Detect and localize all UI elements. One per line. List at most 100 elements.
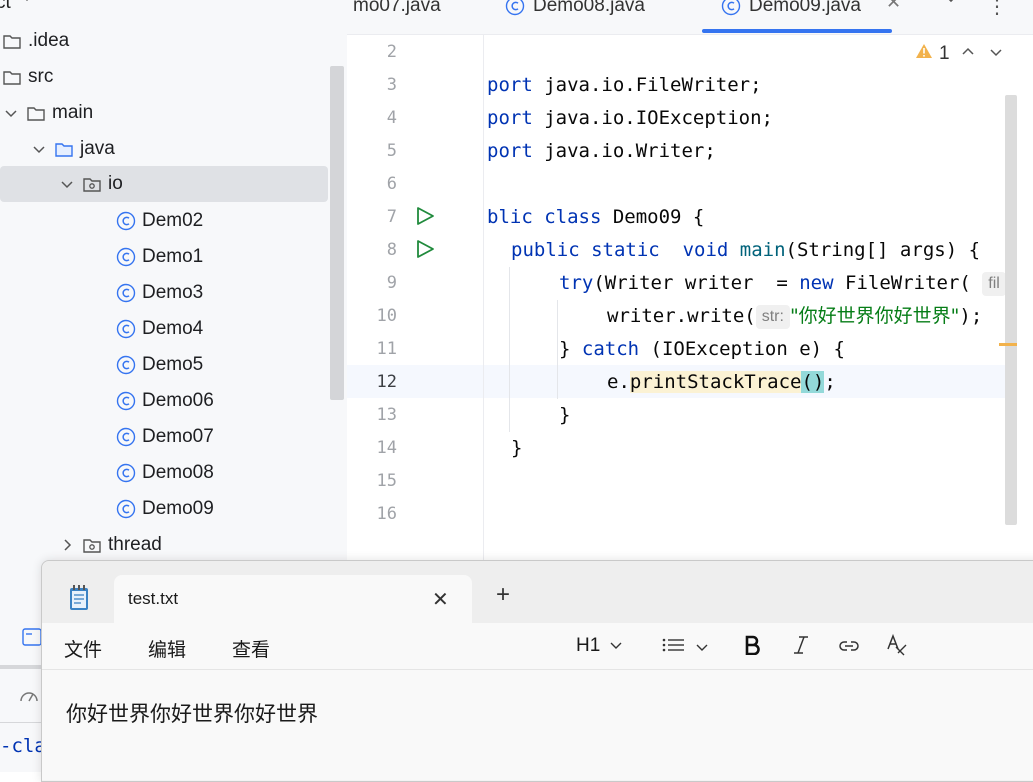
menu-view[interactable]: 查看 (232, 635, 270, 662)
spellcheck-button[interactable] (886, 633, 908, 663)
line-number: 11 (376, 339, 397, 359)
tree-item-class[interactable]: Demo1 (0, 241, 328, 273)
tree-item-class[interactable]: Dem02 (0, 205, 328, 237)
list-format-button[interactable] (662, 637, 708, 659)
tree-item-main[interactable]: main (0, 97, 328, 129)
code-line-13[interactable]: } (559, 399, 570, 432)
notepad-tab[interactable]: test.txt ✕ (114, 575, 472, 623)
warning-marker[interactable] (999, 343, 1017, 346)
class-icon (116, 427, 136, 447)
italic-icon (792, 635, 810, 661)
chevron-down-icon (610, 635, 622, 657)
tree-item-label: thread (108, 534, 162, 555)
chevron-down-icon[interactable] (20, 0, 34, 9)
tree-item-label: main (52, 102, 94, 123)
tab-title: test.txt (128, 589, 179, 608)
line-number: 2 (386, 42, 397, 62)
indent-guide (509, 267, 510, 432)
code-line-10[interactable]: writer.write(str: "你好世界你好世界"); (607, 300, 982, 333)
project-tree-panel: ct .idea src main java io Dem02 Demo1 De… (0, 0, 347, 560)
tree-item-class[interactable]: Demo3 (0, 277, 328, 309)
tree-item-class[interactable]: Demo09 (0, 493, 328, 525)
more-options-icon[interactable]: ⋮ (987, 0, 1007, 19)
keyword: catch (581, 338, 640, 360)
menu-edit[interactable]: 编辑 (148, 635, 186, 662)
package-icon (82, 535, 102, 555)
code-fragment: -cla (0, 735, 46, 757)
new-tab-button[interactable]: + (496, 583, 510, 607)
project-panel-title[interactable]: ct (0, 0, 11, 14)
keyword: port (487, 107, 533, 129)
chevron-down-icon[interactable] (943, 0, 959, 11)
tree-item-class[interactable]: Demo4 (0, 313, 328, 345)
chevron-down-icon (696, 637, 708, 659)
folder-icon (2, 31, 22, 51)
tree-item-class[interactable]: Demo5 (0, 349, 328, 381)
code-editor[interactable]: 2 3 4 5 6 7 8 9 10 11 12 13 14 15 16 por… (347, 35, 1033, 560)
chevron-down-icon[interactable] (4, 106, 18, 120)
code-line-14[interactable]: } (511, 432, 522, 465)
close-icon[interactable]: ✕ (432, 587, 449, 612)
line-number: 5 (386, 141, 397, 161)
run-icon[interactable] (415, 206, 435, 226)
code-line-12[interactable]: e.printStackTrace(); (607, 366, 836, 399)
menu-file[interactable]: 文件 (64, 635, 102, 662)
parameter-hint: str: (755, 304, 790, 329)
chevron-down-icon[interactable] (989, 45, 1003, 64)
tree-item-io[interactable]: io (0, 166, 328, 202)
tree-item-label: Demo07 (142, 426, 214, 447)
tree-item-label: src (28, 66, 54, 87)
class-icon (116, 355, 136, 375)
indent-guide (557, 366, 558, 399)
tree-item-src[interactable]: src (0, 61, 328, 93)
code-line-4[interactable]: port java.io.IOException; (487, 102, 773, 135)
notepad-window: test.txt ✕ + 文件 编辑 查看 H1 你好世界你好世界你好世界 (41, 560, 1033, 782)
spellcheck-icon (886, 633, 908, 663)
editor-scrollbar[interactable] (1005, 95, 1017, 525)
notepad-menubar: 文件 编辑 查看 H1 (42, 623, 1033, 670)
code-line-8[interactable]: public static void main(String[] args) { (511, 234, 980, 267)
code-line-3[interactable]: port java.io.FileWriter; (487, 69, 762, 102)
chevron-up-icon[interactable] (961, 45, 975, 64)
link-button[interactable] (838, 637, 860, 659)
tree-item-idea[interactable]: .idea (0, 25, 328, 57)
code-line-7[interactable]: blic class Demo09 { (487, 201, 704, 234)
line-number: 8 (386, 240, 397, 260)
code-line-11[interactable]: } catch (IOException e) { (559, 333, 845, 366)
code-text: FileWriter( (833, 272, 971, 294)
tab-demo09[interactable]: Demo09.java (721, 0, 861, 21)
class-icon (721, 0, 741, 16)
folder-icon (2, 67, 22, 87)
indent-guide (557, 300, 558, 366)
code-text: ); (959, 305, 983, 327)
class-icon (116, 463, 136, 483)
tree-item-label: .idea (28, 30, 70, 51)
notepad-text-area[interactable]: 你好世界你好世界你好世界 (42, 670, 1033, 780)
heading-select[interactable]: H1 (576, 635, 622, 657)
keyword: try (559, 272, 594, 294)
tree-item-class[interactable]: Demo07 (0, 421, 328, 453)
tab-demo07[interactable]: mo07.java (353, 0, 441, 21)
chevron-down-icon[interactable] (60, 177, 74, 191)
code-line-9[interactable]: try(Writer writer = new FileWriter( fil (559, 267, 1006, 300)
bold-button[interactable] (744, 635, 760, 661)
tree-item-class[interactable]: Demo06 (0, 385, 328, 417)
tree-item-java[interactable]: java (0, 133, 328, 165)
inspection-widget[interactable]: 1 (915, 43, 950, 65)
tree-item-label: Demo4 (142, 318, 204, 339)
line-number: 3 (386, 75, 397, 95)
tree-item-thread[interactable]: thread (0, 529, 328, 560)
tree-scrollbar[interactable] (330, 66, 344, 400)
close-icon[interactable]: ✕ (886, 0, 901, 13)
code-line-5[interactable]: port java.io.Writer; (487, 135, 716, 168)
italic-button[interactable] (792, 635, 810, 661)
code-text: (IOException e) { (639, 338, 845, 360)
profiler-icon[interactable] (18, 685, 40, 712)
chevron-down-icon[interactable] (32, 142, 46, 156)
tool-window-icon[interactable] (22, 628, 42, 651)
tree-item-class[interactable]: Demo08 (0, 457, 328, 489)
chevron-right-icon[interactable] (60, 538, 74, 552)
run-icon[interactable] (415, 239, 435, 259)
tab-demo08[interactable]: Demo08.java (505, 0, 645, 21)
keyword: port (487, 74, 533, 96)
